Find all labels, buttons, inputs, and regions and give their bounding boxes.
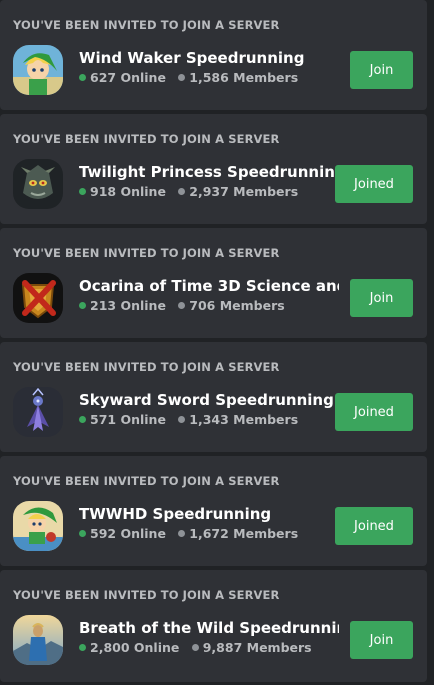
- online-count: 918 Online: [90, 184, 166, 199]
- online-dot-icon: [79, 530, 86, 537]
- joined-button[interactable]: Joined: [335, 165, 413, 203]
- member-count: 1,343 Members: [189, 412, 299, 427]
- server-info: TWWHD Speedrunning 592 Online 1,672 Memb…: [79, 504, 339, 543]
- member-count: 9,887 Members: [202, 640, 312, 655]
- server-stats: 592 Online 1,672 Members: [79, 525, 339, 543]
- members-dot-icon: [178, 74, 186, 81]
- invite-body: Wind Waker Speedrunning 627 Online 1,586…: [13, 44, 413, 96]
- member-count: 1,586 Members: [189, 70, 299, 85]
- server-stats: 2,800 Online 9,887 Members: [79, 639, 339, 657]
- invite-card: YOU'VE BEEN INVITED TO JOIN A SERVER Sky…: [0, 342, 427, 452]
- invite-heading: YOU'VE BEEN INVITED TO JOIN A SERVER: [13, 18, 280, 32]
- invite-heading: YOU'VE BEEN INVITED TO JOIN A SERVER: [13, 246, 280, 260]
- online-count: 213 Online: [90, 298, 166, 313]
- member-count: 1,672 Members: [189, 526, 299, 541]
- online-count: 592 Online: [90, 526, 166, 541]
- invite-card: YOU'VE BEEN INVITED TO JOIN A SERVER Bre…: [0, 570, 427, 682]
- members-dot-icon: [178, 302, 186, 309]
- server-name[interactable]: Wind Waker Speedrunning: [79, 48, 339, 68]
- joined-button[interactable]: Joined: [335, 507, 413, 545]
- server-name[interactable]: Ocarina of Time 3D Science and Speedrunn…: [79, 276, 339, 296]
- online-count: 2,800 Online: [90, 640, 180, 655]
- invite-card: YOU'VE BEEN INVITED TO JOIN A SERVER Win…: [0, 0, 427, 110]
- server-info: Twilight Princess Speedrunning 918 Onlin…: [79, 162, 339, 201]
- server-stats: 627 Online 1,586 Members: [79, 69, 339, 87]
- join-button[interactable]: Join: [350, 279, 413, 317]
- crossed-shield-icon[interactable]: [13, 273, 63, 323]
- online-dot-icon: [79, 188, 86, 195]
- invite-card: YOU'VE BEEN INVITED TO JOIN A SERVER TWW…: [0, 456, 427, 566]
- joined-button[interactable]: Joined: [335, 393, 413, 431]
- server-name[interactable]: Twilight Princess Speedrunning: [79, 162, 339, 182]
- midna-icon[interactable]: [13, 159, 63, 209]
- invite-body: Twilight Princess Speedrunning 918 Onlin…: [13, 158, 413, 210]
- online-count: 571 Online: [90, 412, 166, 427]
- invite-card: YOU'VE BEEN INVITED TO JOIN A SERVER Oca…: [0, 228, 427, 338]
- online-count: 627 Online: [90, 70, 166, 85]
- server-name[interactable]: Breath of the Wild Speedrunning: [79, 618, 339, 638]
- toon-link-hd-icon[interactable]: [13, 501, 63, 551]
- fi-spirit-icon[interactable]: [13, 387, 63, 437]
- join-button[interactable]: Join: [350, 621, 413, 659]
- invite-heading: YOU'VE BEEN INVITED TO JOIN A SERVER: [13, 360, 280, 374]
- member-count: 2,937 Members: [189, 184, 299, 199]
- invite-card: YOU'VE BEEN INVITED TO JOIN A SERVER Twi…: [0, 114, 427, 224]
- server-stats: 918 Online 2,937 Members: [79, 183, 339, 201]
- invite-heading: YOU'VE BEEN INVITED TO JOIN A SERVER: [13, 474, 280, 488]
- server-info: Wind Waker Speedrunning 627 Online 1,586…: [79, 48, 339, 87]
- toon-link-icon[interactable]: [13, 45, 63, 95]
- member-count: 706 Members: [189, 298, 285, 313]
- server-name[interactable]: TWWHD Speedrunning: [79, 504, 339, 524]
- members-dot-icon: [178, 188, 186, 195]
- server-info: Breath of the Wild Speedrunning 2,800 On…: [79, 618, 339, 657]
- invite-body: Breath of the Wild Speedrunning 2,800 On…: [13, 614, 413, 666]
- server-name[interactable]: Skyward Sword Speedrunning: [79, 390, 339, 410]
- online-dot-icon: [79, 416, 86, 423]
- members-dot-icon: [191, 644, 199, 651]
- online-dot-icon: [79, 74, 86, 81]
- invite-heading: YOU'VE BEEN INVITED TO JOIN A SERVER: [13, 132, 280, 146]
- invite-body: TWWHD Speedrunning 592 Online 1,672 Memb…: [13, 500, 413, 552]
- invite-body: Skyward Sword Speedrunning 571 Online 1,…: [13, 386, 413, 438]
- link-landscape-icon[interactable]: [13, 615, 63, 665]
- server-stats: 571 Online 1,343 Members: [79, 411, 339, 429]
- online-dot-icon: [79, 302, 86, 309]
- server-info: Skyward Sword Speedrunning 571 Online 1,…: [79, 390, 339, 429]
- members-dot-icon: [178, 416, 186, 423]
- join-button[interactable]: Join: [350, 51, 413, 89]
- invite-list: YOU'VE BEEN INVITED TO JOIN A SERVER Win…: [0, 0, 434, 685]
- invite-heading: YOU'VE BEEN INVITED TO JOIN A SERVER: [13, 588, 280, 602]
- server-stats: 213 Online 706 Members: [79, 297, 339, 315]
- members-dot-icon: [178, 530, 186, 537]
- server-info: Ocarina of Time 3D Science and Speedrunn…: [79, 276, 339, 315]
- invite-body: Ocarina of Time 3D Science and Speedrunn…: [13, 272, 413, 324]
- online-dot-icon: [79, 644, 86, 651]
